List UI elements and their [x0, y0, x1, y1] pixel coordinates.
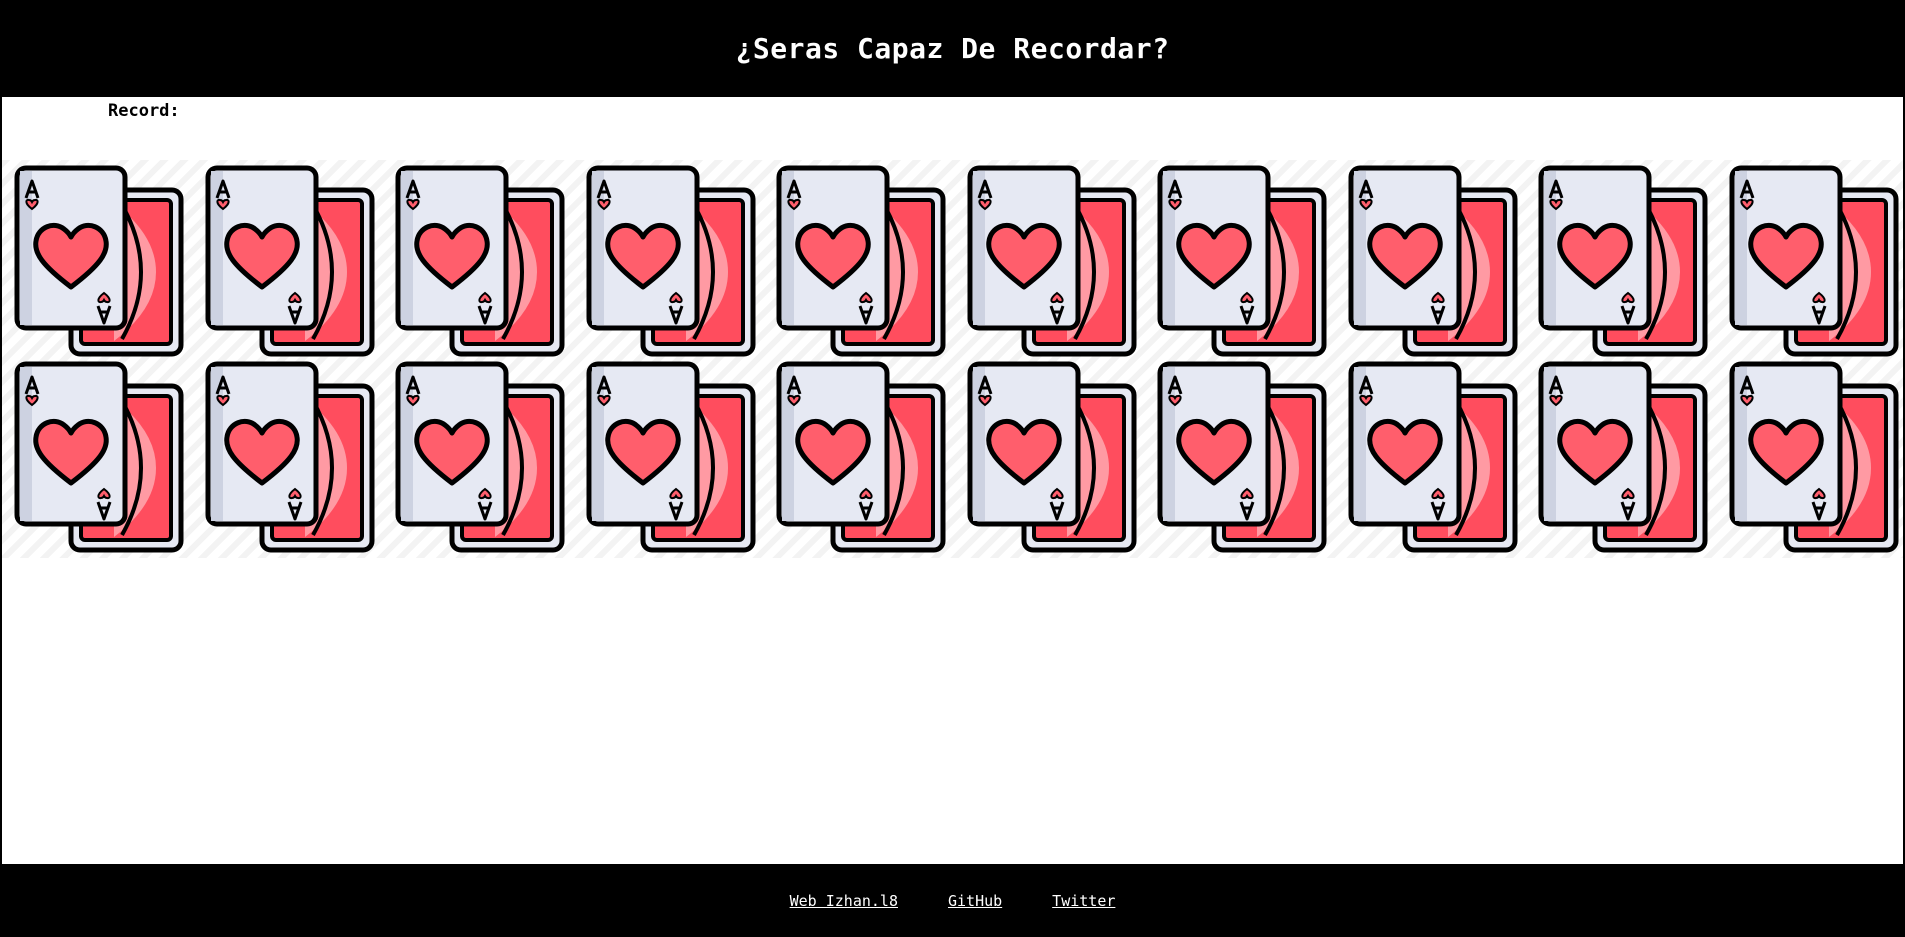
ace-of-hearts-card-back-icon — [14, 361, 184, 553]
ace-of-hearts-card-back-icon — [205, 165, 375, 357]
app-header: ¿Seras Capaz De Recordar? — [2, 0, 1903, 97]
memory-card-2[interactable] — [205, 165, 375, 357]
memory-card-18[interactable] — [1348, 361, 1518, 553]
memory-card-5[interactable] — [776, 165, 946, 357]
memory-card-19[interactable] — [1538, 361, 1708, 553]
record-label: Record: — [108, 101, 180, 121]
memory-card-6[interactable] — [967, 165, 1137, 357]
memory-card-11[interactable] — [14, 361, 184, 553]
app-footer: Web Izhan.l8 GitHub Twitter — [2, 864, 1903, 937]
memory-card-9[interactable] — [1538, 165, 1708, 357]
ace-of-hearts-card-back-icon — [1157, 165, 1327, 357]
ace-of-hearts-card-back-icon — [1348, 361, 1518, 553]
memory-card-3[interactable] — [395, 165, 565, 357]
memory-card-15[interactable] — [776, 361, 946, 553]
ace-of-hearts-card-back-icon — [1538, 361, 1708, 553]
ace-of-hearts-card-back-icon — [586, 361, 756, 553]
ace-of-hearts-card-back-icon — [395, 165, 565, 357]
ace-of-hearts-card-back-icon — [776, 361, 946, 553]
ace-of-hearts-card-back-icon — [1729, 361, 1899, 553]
memory-card-12[interactable] — [205, 361, 375, 553]
record-display: Record: — [108, 101, 188, 121]
ace-of-hearts-card-back-icon — [967, 361, 1137, 553]
memory-card-16[interactable] — [967, 361, 1137, 553]
ace-of-hearts-card-back-icon — [1729, 165, 1899, 357]
ace-of-hearts-card-back-icon — [1157, 361, 1327, 553]
memory-card-4[interactable] — [586, 165, 756, 357]
memory-card-13[interactable] — [395, 361, 565, 553]
ace-of-hearts-card-back-icon — [1348, 165, 1518, 357]
ace-of-hearts-card-back-icon — [14, 165, 184, 357]
memory-card-20[interactable] — [1729, 361, 1899, 553]
memory-card-10[interactable] — [1729, 165, 1899, 357]
footer-link-twitter[interactable]: Twitter — [1052, 892, 1115, 910]
ace-of-hearts-card-back-icon — [967, 165, 1137, 357]
ace-of-hearts-card-back-icon — [1538, 165, 1708, 357]
ace-of-hearts-card-back-icon — [395, 361, 565, 553]
memory-card-8[interactable] — [1348, 165, 1518, 357]
page-title: ¿Seras Capaz De Recordar? — [735, 32, 1170, 65]
card-board — [2, 160, 1903, 558]
ace-of-hearts-card-back-icon — [776, 165, 946, 357]
memory-card-1[interactable] — [14, 165, 184, 357]
memory-card-14[interactable] — [586, 361, 756, 553]
footer-link-web[interactable]: Web Izhan.l8 — [790, 892, 898, 910]
memory-card-7[interactable] — [1157, 165, 1327, 357]
ace-of-hearts-card-back-icon — [586, 165, 756, 357]
memory-card-17[interactable] — [1157, 361, 1327, 553]
footer-link-github[interactable]: GitHub — [948, 892, 1002, 910]
ace-of-hearts-card-back-icon — [205, 361, 375, 553]
